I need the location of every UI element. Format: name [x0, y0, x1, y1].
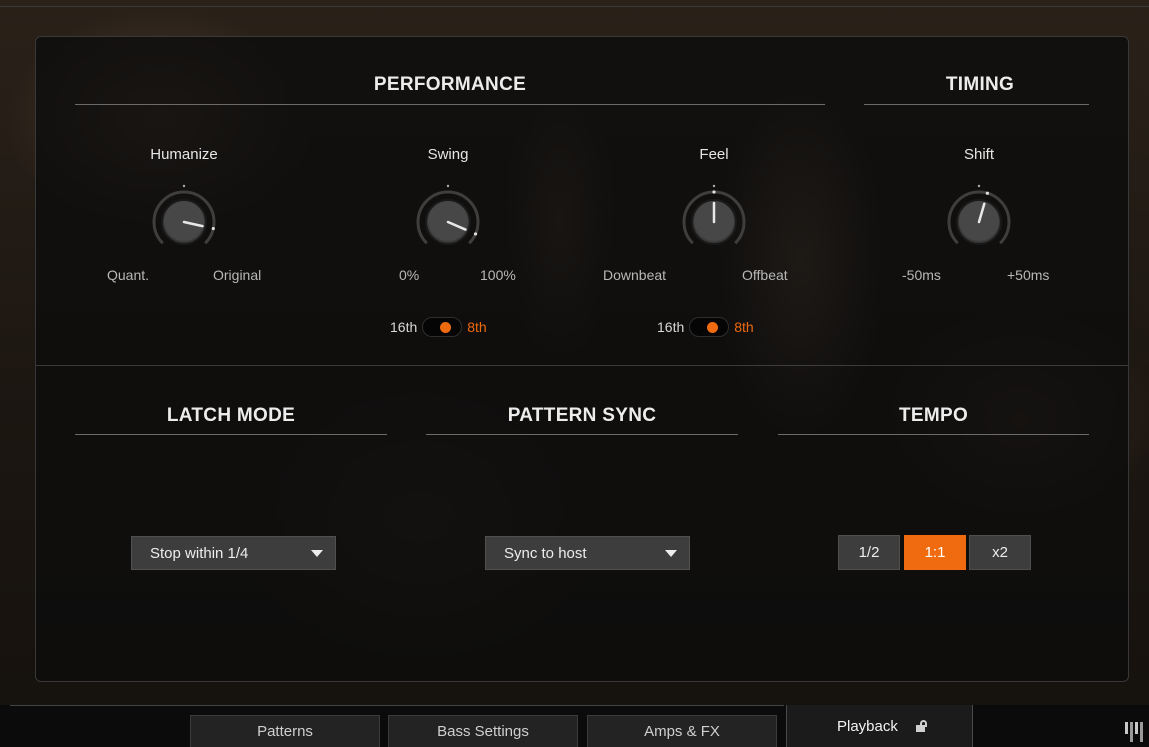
swing-8th-label: 8th [467, 319, 487, 335]
shift-max-label: +50ms [1007, 267, 1050, 283]
feel-label: Feel [699, 146, 729, 163]
tempo-normal-button[interactable]: 1:1 [904, 535, 966, 570]
feel-switch[interactable] [689, 317, 730, 337]
swing-max-label: 100% [480, 267, 516, 283]
swing-grid-toggle[interactable]: 16th 8th [390, 316, 487, 338]
tempo-half-button[interactable]: 1/2 [838, 535, 900, 570]
latch-mode-value: Stop within 1/4 [150, 544, 249, 562]
window-top-border [0, 6, 1149, 7]
feel-grid-toggle[interactable]: 16th 8th [657, 316, 754, 338]
knob-center-tick [182, 184, 186, 188]
swing-switch[interactable] [422, 317, 463, 337]
playback-panel [35, 36, 1129, 682]
tempo-rule [778, 434, 1089, 435]
switch-knob [707, 322, 719, 333]
switch-knob [440, 322, 452, 333]
pattern-sync-rule [426, 434, 738, 435]
knob-value-dot [712, 190, 716, 194]
piano-keys-icon[interactable] [1125, 722, 1145, 742]
swing-min-label: 0% [399, 267, 420, 283]
swing-label: Swing [427, 146, 469, 163]
feel-min-label: Downbeat [603, 267, 667, 283]
humanize-max-label: Original [213, 267, 262, 283]
knob-value-dot [211, 226, 215, 231]
humanize-label: Humanize [150, 146, 218, 163]
shift-knob[interactable] [937, 172, 1021, 248]
pattern-sync-dropdown[interactable]: Sync to host [485, 536, 690, 570]
tempo-title: TEMPO [898, 405, 969, 426]
knob-center-tick [977, 184, 981, 188]
pattern-sync-title: PATTERN SYNC [507, 405, 657, 426]
knob-value-dot [985, 191, 989, 195]
timing-title: TIMING [945, 74, 1015, 95]
latch-mode-title: LATCH MODE [166, 405, 296, 426]
performance-rule [75, 104, 825, 105]
feel-knob[interactable] [672, 172, 756, 248]
chevron-down-icon [665, 550, 677, 557]
shift-min-label: -50ms [902, 267, 941, 283]
latch-mode-dropdown[interactable]: Stop within 1/4 [131, 536, 336, 570]
tab-patterns[interactable]: Patterns [190, 715, 380, 747]
knob-center-tick [712, 184, 716, 188]
feel-max-label: Offbeat [742, 267, 788, 283]
swing-16th-label: 16th [390, 319, 418, 335]
feel-8th-label: 8th [734, 319, 754, 335]
humanize-knob[interactable] [142, 172, 226, 248]
lock-open-icon[interactable] [915, 720, 928, 732]
knob-center-tick [446, 184, 450, 188]
feel-16th-label: 16th [657, 319, 685, 335]
section-divider [36, 365, 1128, 366]
tab-playback-label: Playback [837, 717, 898, 735]
chevron-down-icon [311, 550, 323, 557]
knob-value-dot [473, 232, 478, 236]
tempo-double-button[interactable]: x2 [969, 535, 1031, 570]
timing-rule [864, 104, 1089, 105]
tab-playback[interactable]: Playback [786, 705, 973, 747]
humanize-min-label: Quant. [107, 267, 150, 283]
latch-mode-rule [75, 434, 387, 435]
tab-bass-settings[interactable]: Bass Settings [388, 715, 578, 747]
performance-title: PERFORMANCE [373, 74, 527, 95]
pattern-sync-value: Sync to host [504, 544, 587, 562]
swing-knob[interactable] [406, 172, 490, 248]
shift-label: Shift [963, 146, 994, 163]
tab-bar-border [10, 705, 784, 706]
tab-amps-fx[interactable]: Amps & FX [587, 715, 777, 747]
